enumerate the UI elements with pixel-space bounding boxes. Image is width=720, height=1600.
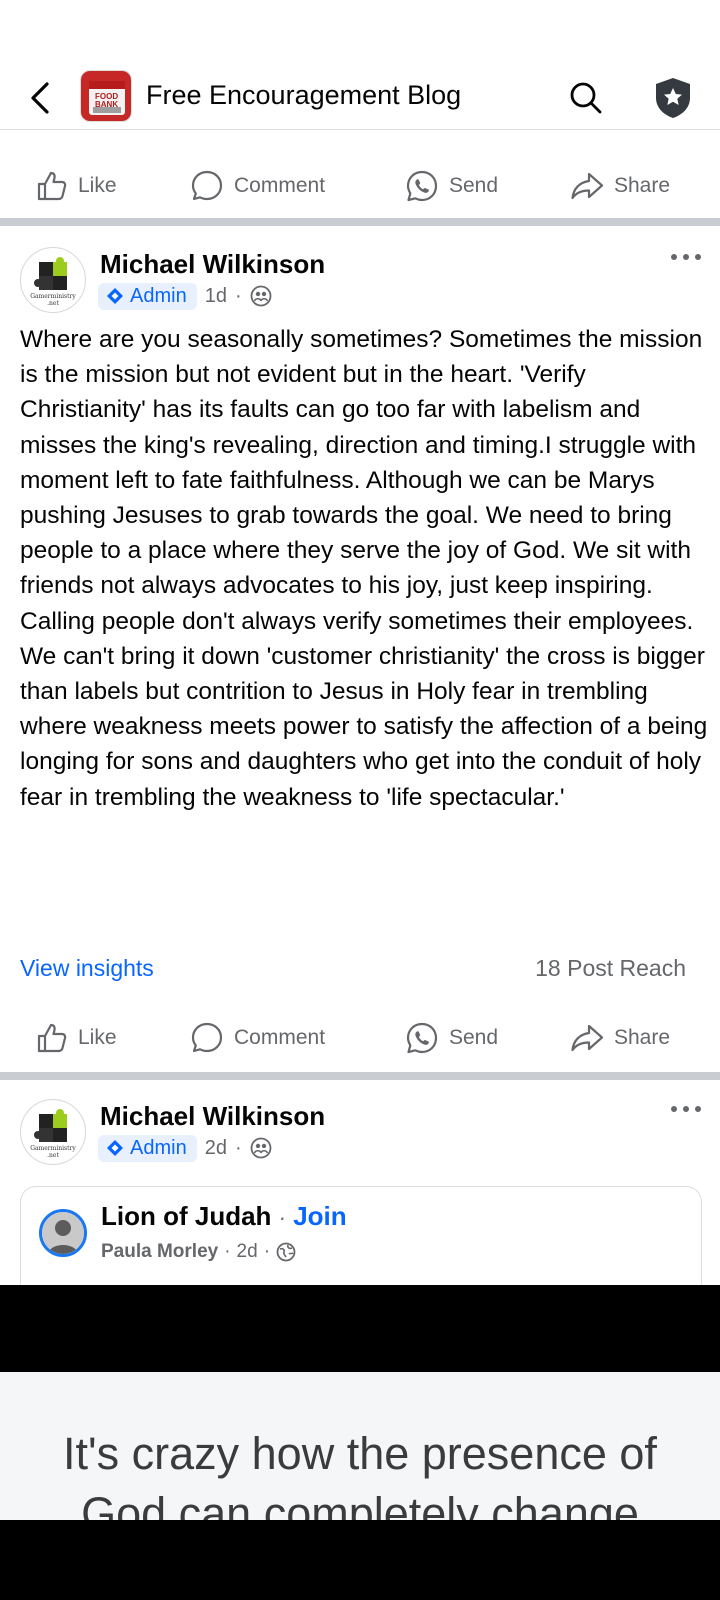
- like-button[interactable]: Like: [36, 156, 117, 216]
- more-options-button[interactable]: [666, 247, 706, 267]
- search-button[interactable]: [568, 80, 604, 116]
- media-letterbox-top: [0, 1285, 720, 1372]
- comment-button[interactable]: Comment: [190, 1008, 325, 1068]
- group-header-bar: FOOD BANK Free Encouragement Blog: [0, 66, 720, 130]
- share-button[interactable]: Share: [570, 1008, 670, 1068]
- group-members-icon: [250, 285, 272, 307]
- send-label: Send: [449, 1026, 499, 1049]
- comment-bubble-icon: [191, 1022, 223, 1053]
- admin-diamond-icon: [107, 1140, 123, 1156]
- author-name[interactable]: Michael Wilkinson: [100, 1101, 325, 1132]
- group-members-icon: [250, 1137, 272, 1159]
- chevron-left-icon: [31, 82, 49, 114]
- more-options-button[interactable]: [666, 1099, 706, 1119]
- join-group-button[interactable]: Join: [293, 1201, 346, 1231]
- meta-dot: ·: [224, 1241, 231, 1262]
- share-button[interactable]: Share: [570, 156, 670, 216]
- post-time[interactable]: 2d: [205, 1137, 227, 1160]
- admin-label: Admin: [130, 1136, 187, 1159]
- person-photo-icon: [42, 1212, 84, 1254]
- group-thumbnail[interactable]: FOOD BANK: [80, 70, 132, 122]
- whatsapp-icon: [406, 170, 438, 202]
- like-button[interactable]: Like: [36, 1008, 117, 1068]
- shared-group-name[interactable]: Lion of Judah: [101, 1201, 271, 1231]
- shared-title-line: Lion of Judah · Join: [101, 1201, 347, 1232]
- meta-dot: ·: [263, 1241, 271, 1262]
- share-arrow-icon: [571, 172, 604, 200]
- whatsapp-icon: [406, 1022, 438, 1054]
- share-arrow-icon: [571, 1024, 604, 1052]
- post-separator: [0, 218, 720, 226]
- post-meta: Admin 2d ·: [98, 1133, 272, 1163]
- send-button[interactable]: Send: [405, 1008, 498, 1068]
- group-title[interactable]: Free Encouragement Blog: [146, 80, 461, 111]
- author-avatar[interactable]: Gamerministry .net: [20, 247, 86, 313]
- admin-badge: Admin: [98, 282, 197, 310]
- meta-dot: ·: [234, 1136, 242, 1159]
- avatar-caption-line2: .net: [47, 300, 59, 307]
- globe-icon: [276, 1242, 296, 1262]
- image-quote-line1: It's crazy how the presence of: [63, 1428, 657, 1479]
- comment-button[interactable]: Comment: [190, 156, 325, 216]
- image-quote-line2: God can completely change: [81, 1488, 639, 1520]
- shared-time[interactable]: 2d: [237, 1241, 258, 1263]
- admin-diamond-icon: [107, 288, 123, 304]
- like-label: Like: [78, 174, 117, 197]
- title-dot: ·: [278, 1205, 286, 1230]
- thumbs-up-icon: [37, 171, 67, 201]
- comment-label: Comment: [234, 1026, 326, 1049]
- post-time[interactable]: 1d: [205, 285, 227, 308]
- avatar-caption: Gamerministry .net: [21, 1145, 85, 1159]
- shield-star-icon: [656, 78, 690, 118]
- post-body-text: Where are you seasonally sometimes? Some…: [20, 326, 708, 811]
- author-name[interactable]: Michael Wilkinson: [100, 249, 325, 280]
- share-label: Share: [614, 1026, 671, 1049]
- avatar-caption: Gamerministry .net: [21, 293, 85, 307]
- post-reach: 18 Post Reach: [535, 955, 686, 981]
- image-quote-text: It's crazy how the presence of God can c…: [0, 1424, 720, 1520]
- post-separator: [0, 1072, 720, 1080]
- post-meta: Admin 1d ·: [98, 281, 272, 311]
- author-avatar[interactable]: Gamerministry .net: [20, 1099, 86, 1165]
- shared-group-avatar[interactable]: [39, 1209, 87, 1257]
- admin-label: Admin: [130, 284, 187, 307]
- shared-poster-name[interactable]: Paula Morley: [101, 1241, 218, 1263]
- comment-label: Comment: [234, 174, 326, 197]
- post-header: Gamerministry .net Michael Wilkinson Adm…: [0, 1099, 720, 1169]
- like-label: Like: [78, 1026, 117, 1049]
- view-insights-link[interactable]: View insights: [20, 955, 154, 982]
- post-header: Gamerministry .net Michael Wilkinson Adm…: [0, 247, 720, 317]
- shared-post-card[interactable]: Lion of Judah · Join Paula Morley · 2d ·: [20, 1186, 702, 1296]
- thumb-label-bottom: BANK: [95, 100, 119, 109]
- shared-meta: Paula Morley · 2d ·: [101, 1241, 296, 1263]
- more-dots-icon: [671, 254, 701, 260]
- meta-dot: ·: [234, 284, 242, 307]
- avatar-caption-line1: Gamerministry: [30, 1145, 76, 1152]
- send-button[interactable]: Send: [405, 156, 498, 216]
- back-button[interactable]: [24, 78, 56, 118]
- more-dots-icon: [671, 1106, 701, 1112]
- search-icon: [570, 82, 602, 114]
- admin-badge: Admin: [98, 1134, 197, 1162]
- thumbs-up-icon: [37, 1023, 67, 1053]
- system-bottom-bar: [0, 1520, 720, 1600]
- send-label: Send: [449, 174, 499, 197]
- thumb-label: FOOD BANK: [95, 93, 118, 109]
- post-actions-top: Like Comment Send Share: [0, 156, 720, 216]
- shared-post-image[interactable]: It's crazy how the presence of God can c…: [0, 1372, 720, 1520]
- post-actions: Like Comment Send Share: [0, 1008, 720, 1068]
- comment-bubble-icon: [191, 170, 223, 201]
- avatar-caption-line2: .net: [47, 1152, 59, 1159]
- share-label: Share: [614, 174, 671, 197]
- admin-tools-button[interactable]: [652, 76, 694, 120]
- avatar-caption-line1: Gamerministry: [30, 293, 76, 300]
